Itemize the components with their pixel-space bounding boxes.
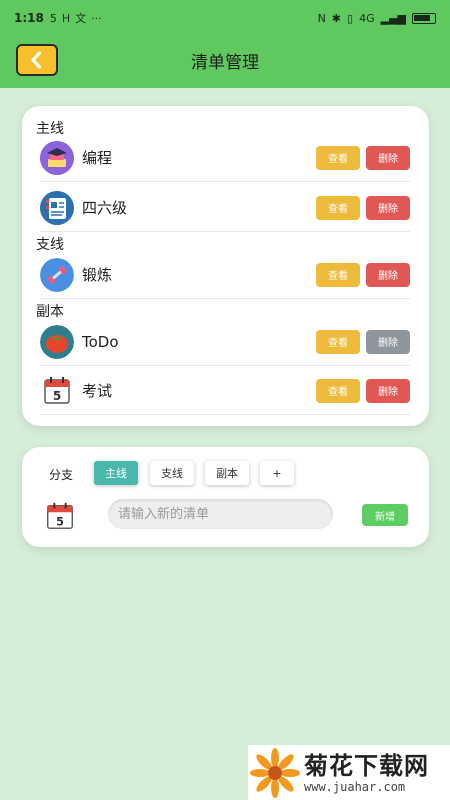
notification-icon-5: 5 (49, 11, 57, 25)
status-time: 1:18 (14, 11, 44, 25)
svg-text:5: 5 (56, 515, 64, 528)
view-button[interactable]: 查看 (316, 329, 360, 354)
notification-icon-h: H (61, 11, 71, 25)
tab-instance[interactable]: 副本 (205, 461, 249, 485)
view-button[interactable]: 查看 (316, 145, 360, 170)
list-item-name: ToDo (82, 332, 119, 351)
delete-button[interactable]: 删除 (366, 195, 410, 220)
branch-label: 分支 (49, 468, 74, 482)
list-item-name: 四六级 (82, 199, 128, 217)
list-item-exam[interactable]: 5 考试 查看 删除 (40, 367, 410, 415)
list-item-cet[interactable]: 四六级 查看 删除 (40, 184, 410, 232)
new-list-input[interactable] (108, 499, 333, 529)
delete-button[interactable]: 删除 (366, 262, 410, 287)
list-items-layer: 编程 查看 删除 四六级 查看 删除 支线 锻炼 查看 删除 副本 ToDo 查… (22, 106, 429, 426)
delete-button-disabled[interactable]: 删除 (366, 329, 410, 354)
list-item-exercise[interactable]: 锻炼 查看 删除 (40, 251, 410, 299)
status-bar: 1:18 5 H 文 ··· N ✱ ▯ 4G ▂▄▆ (0, 0, 450, 36)
nfc-icon: N (317, 11, 326, 25)
calendar-icon: 5 (40, 373, 74, 408)
watermark-logo: 菊花下载网 www.juahar.com (248, 745, 450, 800)
list-item-name: 锻炼 (82, 266, 113, 284)
delete-button[interactable]: 删除 (366, 145, 410, 170)
watermark-title: 菊花下载网 (304, 751, 429, 780)
bluetooth-icon: ✱ (331, 11, 342, 25)
add-list-card: 分支 主线 支线 副本 + 5 新增 (22, 447, 429, 547)
list-item-coding[interactable]: 编程 查看 删除 (40, 134, 410, 182)
dumbbell-icon (40, 257, 74, 292)
signal-icon: ▂▄▆ (380, 11, 406, 25)
svg-text:5: 5 (53, 389, 61, 403)
delete-button[interactable]: 删除 (366, 378, 410, 403)
view-button[interactable]: 查看 (316, 262, 360, 287)
more-notifications-icon: ··· (91, 11, 102, 25)
tab-main[interactable]: 主线 (94, 461, 138, 485)
add-branch-button[interactable]: + (260, 461, 294, 485)
watermark-url: www.juahar.com (304, 779, 406, 794)
translate-icon: 文 (75, 12, 87, 25)
app-header-bar: 1:18 5 H 文 ··· N ✱ ▯ 4G ▂▄▆ 清单管理 (0, 0, 450, 88)
calendar-icon: 5 (44, 500, 76, 532)
vibrate-icon: ▯ (347, 11, 354, 25)
header: 清单管理 (0, 36, 450, 86)
page-title: 清单管理 (191, 53, 259, 73)
tab-side[interactable]: 支线 (150, 461, 194, 485)
add-list-button[interactable]: 新增 (362, 504, 408, 526)
battery-icon (412, 12, 436, 24)
list-item-name: 编程 (82, 149, 113, 167)
view-button[interactable]: 查看 (316, 195, 360, 220)
notebook-icon (40, 190, 74, 225)
list-item-name: 考试 (82, 382, 113, 400)
chrysanthemum-icon (250, 747, 300, 798)
list-item-todo[interactable]: ToDo 查看 删除 (40, 318, 410, 366)
tomato-icon (40, 324, 74, 359)
view-button[interactable]: 查看 (316, 378, 360, 403)
coding-icon (40, 140, 74, 175)
status-right-icons: N ✱ ▯ 4G ▂▄▆ (318, 12, 436, 25)
status-left-icons: 5 H 文 ··· (50, 10, 102, 26)
network-label: 4G (359, 11, 375, 25)
